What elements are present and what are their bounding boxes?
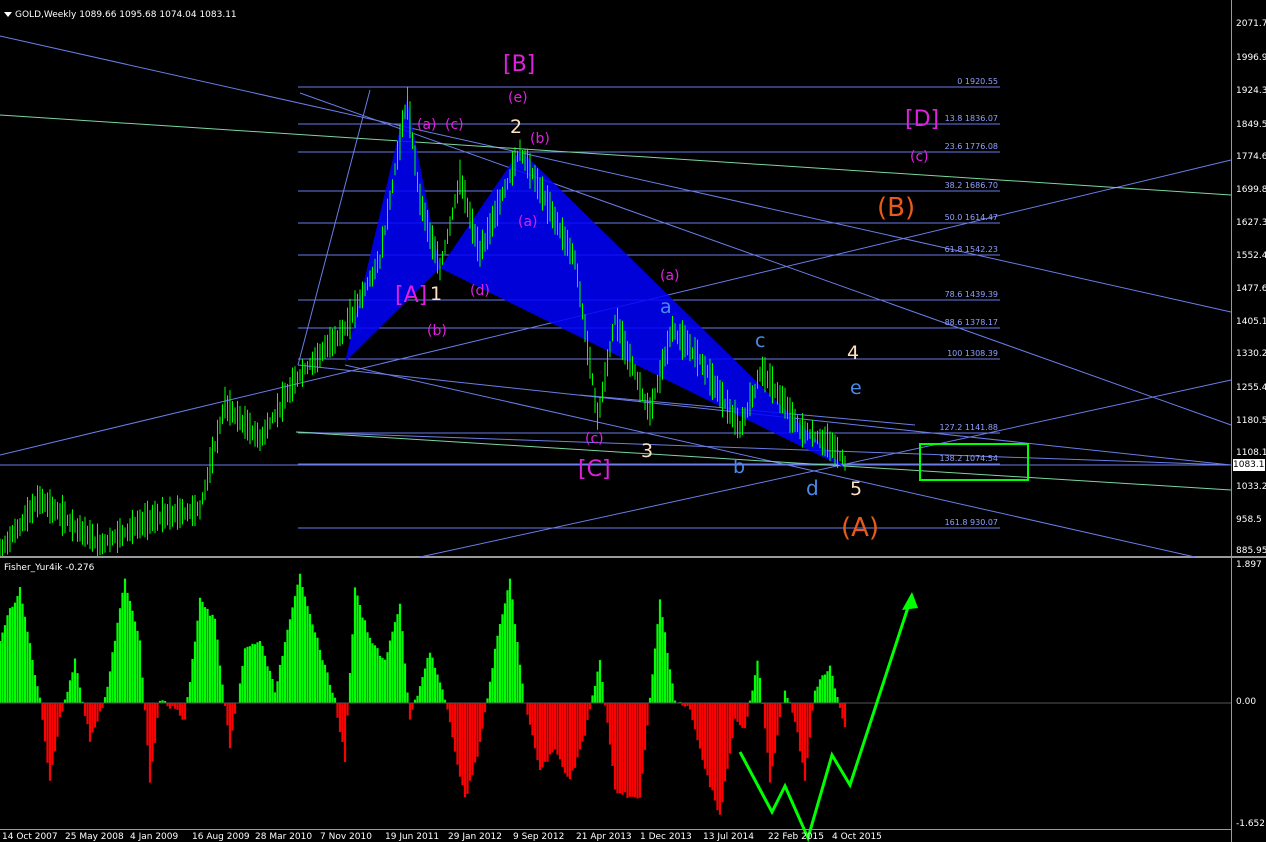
price-axis-label: 1405.1 [1236,317,1266,327]
wave-label: 3 [641,440,654,462]
trendline [419,379,1232,558]
fibonacci-level-label: 61.8 1542.23 [944,245,998,254]
time-axis-label: 29 Jan 2012 [448,832,502,842]
price-axis-label: 1255.4 [1236,383,1266,393]
wave-label: (c) [910,149,929,165]
price-axis-label: 1924.35 [1236,86,1266,96]
indicator-axis-label: 1.897 [1236,560,1262,570]
chart-caption: GOLD,Weekly 1089.66 1095.68 1074.04 1083… [4,10,237,20]
fibonacci-level-label: 138.2 1074.54 [939,454,998,463]
wave-label: (d) [470,283,490,299]
wave-label: [C] [578,457,611,482]
indicator-caption: Fisher_Yur4ik -0.276 [4,563,95,573]
wave-label: 2 [510,116,523,138]
wave-label: a [660,296,672,318]
time-axis-label: 16 Aug 2009 [192,832,250,842]
projection-arrow-head [902,592,918,610]
time-axis-label: 13 Jul 2014 [703,832,754,842]
price-axis-label: 2071.75 [1236,19,1266,29]
time-axis-label: 22 Feb 2015 [768,832,825,842]
wave-label: (b) [530,131,550,147]
wave-label: (a) [518,214,538,230]
time-scale-divider [0,829,1231,830]
time-axis-label: 14 Oct 2007 [2,832,58,842]
fibonacci-level-label: 100 1308.39 [947,349,998,358]
wave-label: c [755,330,766,352]
wave-label: 5 [850,478,863,500]
chevron-down-icon[interactable] [4,12,12,17]
time-axis-label: 25 May 2008 [65,832,124,842]
price-axis-label: 1477.6 [1236,284,1266,294]
time-axis-label: 4 Jan 2009 [130,832,179,842]
fibonacci-level-label: 88.6 1378.17 [944,318,998,327]
wave-label: (B) [877,193,916,223]
wave-label: 4 [847,342,860,364]
wave-label: (b) [427,323,447,339]
time-axis-label: 4 Oct 2015 [832,832,882,842]
time-axis-label: 19 Jun 2011 [385,832,440,842]
fibonacci-level-label: 161.8 930.07 [944,518,998,527]
fibonacci-level-label: 13.8 1836.07 [944,114,998,123]
price-axis-label: 1996.9 [1236,53,1266,63]
wave-label: [A] [395,283,428,308]
price-axis-label: 1849.5 [1236,120,1266,130]
price-axis-label: 1330.25 [1236,349,1266,359]
wave-label: (A) [841,513,880,543]
wave-label: b [733,456,746,478]
time-axis-label: 7 Nov 2010 [320,832,372,842]
wave-label: (a) [417,117,437,133]
price-axis-label: 1627.3 [1236,218,1266,228]
wave-label: (c) [445,117,464,133]
time-axis-label: 1 Dec 2013 [640,832,692,842]
chart-caption-text: GOLD,Weekly 1089.66 1095.68 1074.04 1083… [15,10,237,20]
harmonic-pattern-leg [440,150,845,468]
price-axis-label: 958.5 [1236,515,1262,525]
indicator-axis-label: -1.652 [1236,819,1266,829]
wave-label: (c) [585,431,604,447]
price-axis-label: 1108.1 [1236,448,1266,458]
time-axis-label: 28 Mar 2010 [255,832,313,842]
wave-label: e [850,377,862,399]
fibonacci-level-label: 38.2 1686.70 [944,181,998,190]
wave-label: [D] [905,107,940,132]
fibonacci-level-label: 78.6 1439.39 [944,290,998,299]
fibonacci-level-label: 0 1920.55 [957,77,998,86]
wave-label: (e) [508,90,528,106]
price-axis-label: 1033.25 [1236,482,1266,492]
price-axis-label: 1699.8 [1236,185,1266,195]
time-axis-label: 9 Sep 2012 [513,832,565,842]
price-axis-label: 1180.55 [1236,416,1266,426]
wave-label: 1 [430,283,443,305]
fibonacci-level-label: 127.2 1141.88 [939,423,998,432]
price-axis-label: 1552.45 [1236,251,1266,261]
current-price-tag: 1083.11 [1233,459,1266,471]
indicator-axis-label: 0.00 [1236,697,1257,707]
time-axis-label: 21 Apr 2013 [576,832,632,842]
green-trendline [0,114,1232,196]
fibonacci-level-label: 50.0 1614.47 [944,213,998,222]
green-trendline [295,431,1232,491]
wave-label: d [806,476,819,500]
wave-label: [B] [503,52,536,77]
trendline [295,431,1232,466]
price-axis-label: 1774.65 [1236,152,1266,162]
wave-label: (a) [660,268,680,284]
price-scale-divider [1231,0,1232,842]
fibonacci-level-label: 23.6 1776.08 [944,142,998,151]
chart-canvas [0,35,1232,842]
price-axis-label: 885.95 [1236,546,1266,556]
